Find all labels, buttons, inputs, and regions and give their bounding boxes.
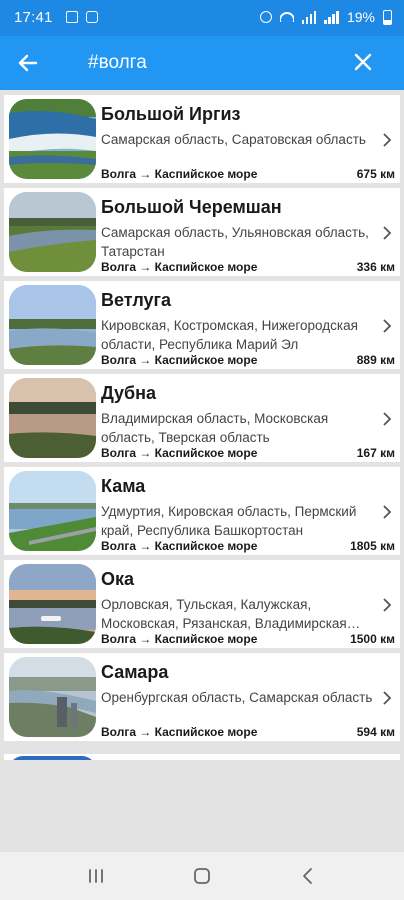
river-card-oka[interactable]: Ока Орловская, Тульская, Калужская, Моск…: [4, 560, 400, 648]
chevron-right-icon: [383, 505, 392, 519]
river-photo: [9, 564, 96, 644]
river-regions: Владимирская область, Московская область…: [101, 411, 329, 445]
signal-icon: [301, 10, 317, 24]
river-route: Волга → Каспийское море: [101, 353, 258, 367]
river-route: Волга → Каспийское море: [101, 632, 258, 646]
chevron-right-icon: [383, 133, 392, 147]
home-icon: [194, 868, 210, 884]
app-bar: #волга: [0, 36, 404, 90]
chevron-right-icon: [383, 319, 392, 333]
river-card-vetluga[interactable]: Ветлуга Кировская, Костромская, Нижегоро…: [4, 281, 400, 369]
river-route: Волга → Каспийское море: [101, 446, 258, 460]
river-route: Волга → Каспийское море: [101, 260, 258, 274]
search-query-title: #волга: [88, 52, 147, 73]
river-photo: [9, 657, 96, 737]
river-length: 594 км: [356, 725, 395, 739]
river-name: Самара: [101, 662, 169, 682]
chevron-right-icon: [383, 226, 392, 240]
river-regions: Самарская область, Ульяновская область, …: [101, 225, 369, 259]
river-photo: [9, 756, 96, 760]
river-name: Ветлуга: [101, 290, 172, 310]
river-photo: [9, 378, 96, 458]
chevron-right-icon: [383, 691, 392, 705]
battery-percent: 19%: [346, 9, 375, 25]
river-card-dubna[interactable]: Дубна Владимирская область, Московская о…: [4, 374, 400, 462]
river-name: Дубна: [101, 383, 157, 403]
river-route: Волга → Каспийское море: [101, 725, 258, 739]
recent-apps-button[interactable]: [76, 862, 116, 890]
arrow-left-icon: [18, 54, 38, 72]
river-name: Большой Иргиз: [101, 104, 241, 124]
home-button[interactable]: [182, 862, 222, 890]
river-length: 1805 км: [350, 539, 395, 553]
river-length: 675 км: [356, 167, 395, 181]
system-nav-bar: [0, 852, 404, 900]
river-card-kama[interactable]: Кама Удмуртия, Кировская область, Пермск…: [4, 467, 400, 555]
river-length: 167 км: [356, 446, 395, 460]
river-card-samara[interactable]: Самара Оренбургская область, Самарская о…: [4, 653, 400, 741]
close-button[interactable]: [348, 47, 378, 77]
river-regions: Самарская область, Саратовская область: [101, 132, 366, 147]
status-time: 17:41: [14, 9, 53, 26]
river-regions: Удмуртия, Кировская область, Пермский кр…: [101, 504, 357, 538]
status-system-icons: 19%: [259, 9, 392, 25]
recent-apps-icon: [89, 869, 103, 883]
river-length: 1500 км: [350, 632, 395, 646]
chevron-right-icon: [383, 412, 392, 426]
status-notification-icons: [66, 11, 98, 23]
signal-2-icon: [324, 10, 339, 24]
alarm-icon: [259, 11, 272, 23]
river-route: Волга → Каспийское море: [101, 539, 258, 553]
river-regions: Оренбургская область, Самарская область: [101, 690, 373, 705]
nav-back-icon: [303, 868, 312, 884]
river-photo: [9, 99, 96, 179]
app-notification-icon: [86, 11, 98, 23]
river-photo: [9, 471, 96, 551]
close-icon: [354, 53, 372, 71]
battery-icon: [383, 9, 392, 25]
river-route: Волга → Каспийское море: [101, 167, 258, 181]
river-photo: [9, 192, 96, 272]
river-name: Большой Черемшан: [101, 197, 282, 217]
nav-back-button[interactable]: [288, 862, 328, 890]
river-card-partial[interactable]: [4, 754, 400, 760]
river-card-bolshoy-irgiz[interactable]: Большой Иргиз Самарская область, Саратов…: [4, 95, 400, 183]
chevron-right-icon: [383, 598, 392, 612]
river-regions: Орловская, Тульская, Калужская, Московск…: [101, 597, 347, 631]
river-card-bolshoy-cheremshan[interactable]: Большой Черемшан Самарская область, Улья…: [4, 188, 400, 276]
back-button[interactable]: [10, 45, 46, 81]
wifi-icon: [279, 12, 294, 22]
status-bar: 17:41 19%: [0, 0, 404, 36]
river-length: 889 км: [356, 353, 395, 367]
river-photo: [9, 285, 96, 365]
river-name: Кама: [101, 476, 146, 496]
river-name: Ока: [101, 569, 135, 589]
gallery-notification-icon: [66, 11, 78, 23]
river-length: 336 км: [356, 260, 395, 274]
river-regions: Кировская, Костромская, Нижегородская об…: [101, 318, 358, 352]
